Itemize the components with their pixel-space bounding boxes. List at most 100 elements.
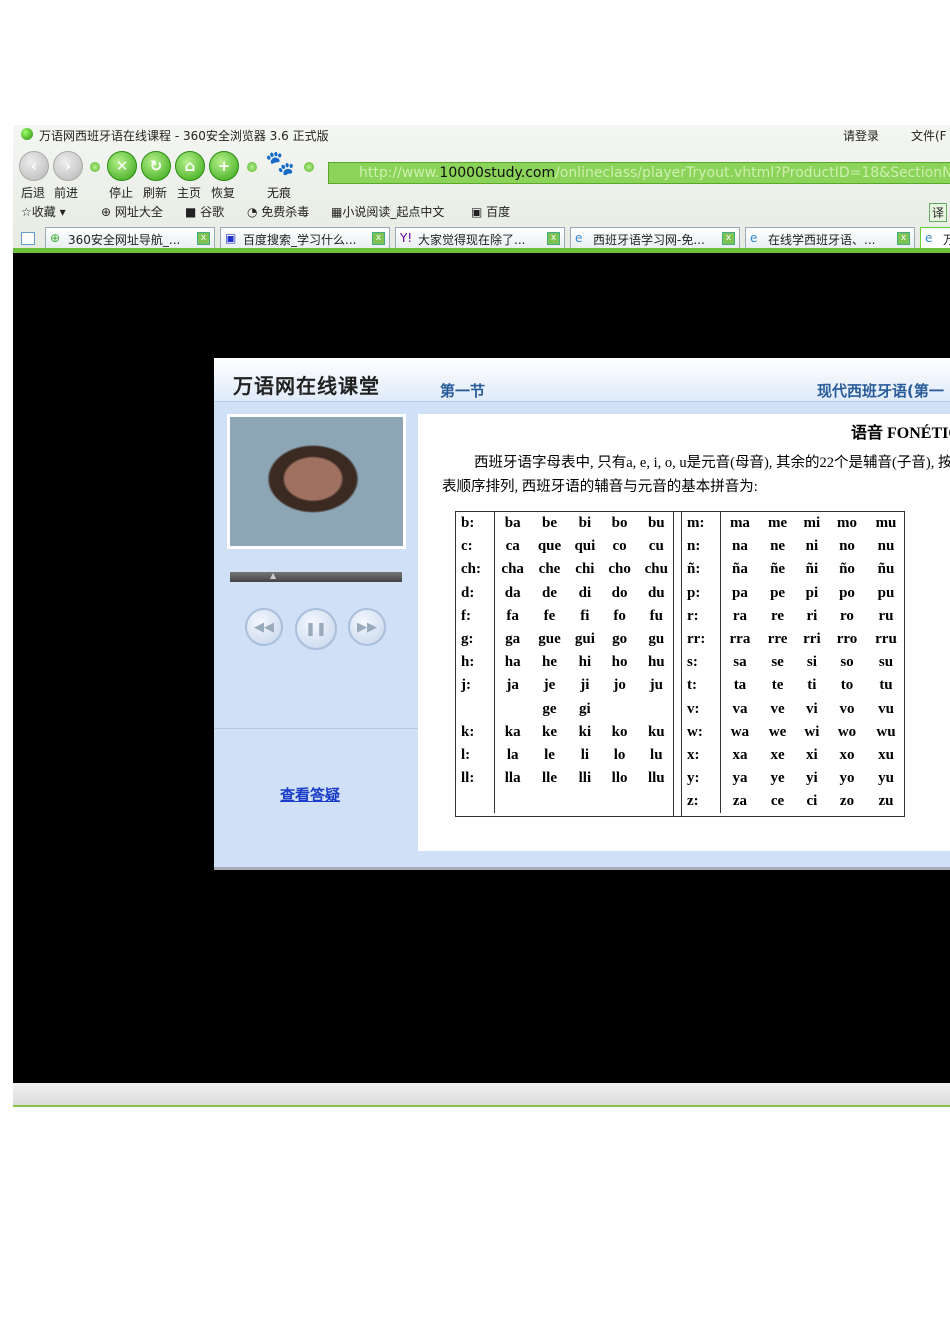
tab[interactable]: ▣ 百度搜索_学习什么... x (220, 227, 390, 249)
stop-button[interactable]: ✕ (107, 151, 137, 181)
close-tab-icon[interactable]: x (722, 232, 735, 245)
file-menu[interactable]: 文件(F (911, 127, 947, 144)
table-row: z: za ce ci zo zu (682, 790, 906, 814)
left-syllable-table: b: ba be bi bo bu c: ca que qui co cu ch: cha che chi ch… (456, 512, 675, 814)
active-tab[interactable]: e万 (920, 227, 950, 249)
syllable-cell: go (612, 631, 628, 648)
syllable-cell: te (771, 677, 784, 694)
consonant-cell: b: (456, 512, 495, 536)
dropdown-dot-icon[interactable] (90, 162, 100, 172)
syllable-cell: bo (611, 515, 628, 532)
syllable-cell: ni (805, 538, 819, 555)
tab[interactable]: e 在线学西班牙语、... x (745, 227, 915, 249)
refresh-button[interactable]: ↻ (141, 151, 171, 181)
course-player: 万语网在线课堂 第一节 现代西班牙语(第一 ▲ ◀◀ ❚❚ ▶▶ 查看答疑 语音… (214, 358, 950, 870)
syllable-cell: jo (613, 677, 626, 694)
bookmark-favorites[interactable]: ☆收藏 ▾ (21, 203, 66, 220)
bookmark-google[interactable]: ■ 谷歌 (185, 203, 224, 220)
seek-bar[interactable]: ▲ (230, 571, 402, 582)
table-row: b: ba be bi bo bu (456, 512, 675, 536)
syllable-cell: pu (877, 584, 895, 601)
table-row: m: ma me mi mo mu (682, 512, 906, 536)
syllable-cell: ta (733, 677, 747, 694)
lesson-heading: 语音 FONÉTICA (851, 425, 950, 442)
syllable-cell: ra (732, 607, 748, 624)
consonant-cell: h: (456, 651, 495, 675)
syllable-cell: xu (878, 746, 894, 763)
syllable-cell: no (839, 538, 855, 555)
syllable-cell: fe (543, 607, 556, 624)
syllable-cell: ga (505, 631, 521, 648)
restore-button[interactable]: + (209, 151, 239, 181)
close-tab-icon[interactable]: x (197, 232, 210, 245)
url-prefix: http://www. (359, 165, 440, 181)
bookmark-baidu[interactable]: ▣ 百度 (471, 203, 510, 220)
syllable-cell: bu (647, 515, 665, 532)
syllable-cell: yu (878, 770, 894, 787)
syllable-cell: pe (770, 584, 786, 601)
course-title: 现代西班牙语(第一 (817, 382, 944, 400)
table-row: c: ca que qui co cu (456, 535, 675, 559)
close-tab-icon[interactable]: x (897, 232, 910, 245)
forward-button[interactable]: › (53, 151, 83, 181)
table-row: x: xa xe xi xo xu (682, 743, 906, 768)
rewind-button[interactable]: ◀◀ (245, 608, 283, 646)
consonant-cell: ll: (456, 767, 495, 791)
consonant-cell: c: (456, 535, 495, 559)
syllable-cell: ca (505, 538, 520, 555)
pause-button[interactable]: ❚❚ (295, 608, 337, 650)
syllable-cell: hu (647, 654, 665, 671)
login-link[interactable]: 请登录 (843, 127, 879, 144)
syllable-cell: ka (504, 723, 521, 740)
close-tab-icon[interactable]: x (372, 232, 385, 245)
syllable-cell: be (542, 515, 557, 532)
syllable-cell: qui (574, 538, 596, 555)
bookmark-antivirus[interactable]: ◔ 免费杀毒 (247, 203, 309, 220)
incognito-button[interactable]: 🐾 (265, 149, 295, 177)
fast-forward-button[interactable]: ▶▶ (348, 608, 386, 646)
syllable-cell: mo (837, 515, 857, 532)
table-row: ñ: ña ñe ñi ño ñu (682, 558, 906, 582)
syllable-cell: li (580, 746, 590, 763)
incognito-label: 无痕 (267, 186, 292, 200)
address-bar[interactable]: http://www.10000study.com/onlineclass/pl… (328, 162, 950, 184)
syllable-cell: na (732, 538, 748, 555)
consonant-cell: x: (682, 743, 721, 768)
syllable-cell: ñe (770, 561, 786, 578)
back-button[interactable]: ‹ (19, 151, 49, 181)
consonant-cell: d: (456, 581, 495, 605)
teacher-video[interactable] (227, 414, 406, 549)
seek-handle-icon[interactable]: ▲ (270, 571, 276, 580)
syllable-cell (531, 790, 568, 813)
syllable-cell: mu (875, 515, 897, 532)
syllable-cell: lla (504, 770, 521, 787)
dropdown-dot-icon[interactable] (247, 162, 257, 172)
home-button[interactable]: ⌂ (175, 151, 205, 181)
syllable-cell: gui (574, 631, 595, 648)
table-row: g: ga gue gui go gu (456, 627, 675, 652)
syllable-cell: yo (839, 770, 855, 787)
dropdown-dot-icon[interactable] (304, 162, 314, 172)
syllable-cell: llo (611, 770, 628, 787)
consonant-cell: f: (456, 604, 495, 628)
syllable-cell: gue (538, 631, 561, 648)
syllable-cell: ya (732, 770, 748, 787)
tab[interactable]: Y! 大家觉得现在除了... x (395, 227, 565, 249)
player-header: 万语网在线课堂 第一节 现代西班牙语(第一 (214, 358, 950, 402)
syllable-cell: xe (770, 746, 785, 763)
syllable-cell: cu (648, 538, 664, 555)
view-faq-link[interactable]: 查看答疑 (280, 784, 340, 805)
bookmark-novel[interactable]: ▦小说阅读_起点中文 (331, 203, 444, 220)
close-tab-icon[interactable]: x (547, 232, 560, 245)
window-title: 万语网西班牙语在线课程 - 360安全浏览器 3.6 正式版 (39, 129, 329, 143)
tab[interactable]: e 西班牙语学习网-免... x (570, 227, 740, 249)
syllable-cell: ja (506, 677, 519, 694)
sidebar-toggle-icon[interactable] (21, 232, 35, 245)
tab[interactable]: ⊕ 360安全网址导航_... x (45, 227, 215, 249)
syllable-cell: je (543, 677, 556, 694)
bookmark-url-directory[interactable]: ⊕ 网址大全 (101, 203, 163, 220)
translate-button[interactable]: 译 (929, 203, 948, 222)
syllable-cell: tu (879, 677, 893, 694)
consonant-cell (456, 697, 495, 721)
syllable-cell (602, 698, 638, 721)
